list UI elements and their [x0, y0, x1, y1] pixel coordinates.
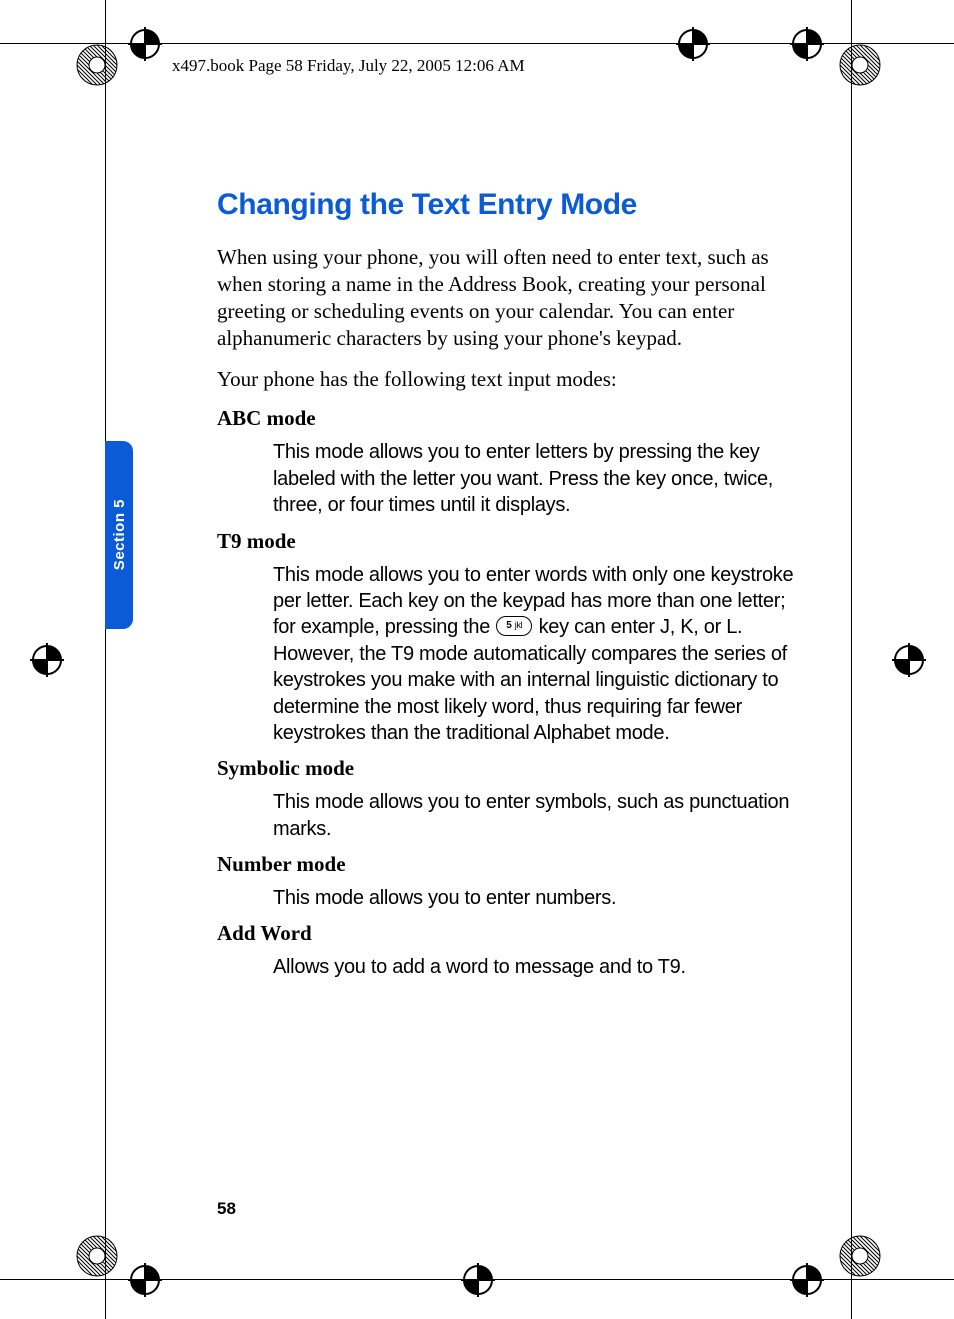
- mode-body-addword: Allows you to add a word to message and …: [273, 954, 807, 980]
- mode-body-number: This mode allows you to enter numbers.: [273, 885, 807, 911]
- mode-heading-t9: T9 mode: [217, 529, 807, 554]
- registration-mark-icon: [30, 643, 64, 677]
- section-tab-label: Section 5: [111, 499, 128, 570]
- section-tab: Section 5: [105, 441, 133, 629]
- mode-body-abc: This mode allows you to enter letters by…: [273, 439, 807, 518]
- page-number: 58: [217, 1199, 236, 1219]
- mode-heading-number: Number mode: [217, 852, 807, 877]
- page-content: Changing the Text Entry Mode When using …: [217, 188, 807, 991]
- registration-mark-icon: [128, 1263, 162, 1297]
- intro-paragraph-2: Your phone has the following text input …: [217, 366, 807, 393]
- registration-mark-icon: [790, 1263, 824, 1297]
- page-title: Changing the Text Entry Mode: [217, 188, 807, 222]
- mode-heading-addword: Add Word: [217, 921, 807, 946]
- intro-paragraph-1: When using your phone, you will often ne…: [217, 244, 807, 352]
- mode-heading-symbolic: Symbolic mode: [217, 756, 807, 781]
- prepress-header: x497.book Page 58 Friday, July 22, 2005 …: [172, 56, 525, 76]
- registration-mark-icon: [892, 643, 926, 677]
- crop-rule-right: [851, 0, 852, 1319]
- key-5-icon: 5 jkl: [496, 616, 532, 636]
- mode-body-symbolic: This mode allows you to enter symbols, s…: [273, 789, 807, 842]
- corner-mark-icon: [75, 1234, 119, 1278]
- registration-mark-icon: [676, 27, 710, 61]
- crop-rule-left: [105, 0, 106, 1319]
- mode-body-t9: This mode allows you to enter words with…: [273, 562, 807, 747]
- corner-mark-icon: [838, 43, 882, 87]
- corner-mark-icon: [838, 1234, 882, 1278]
- mode-heading-abc: ABC mode: [217, 406, 807, 431]
- corner-mark-icon: [75, 43, 119, 87]
- registration-mark-icon: [128, 27, 162, 61]
- registration-mark-icon: [790, 27, 824, 61]
- registration-mark-icon: [461, 1263, 495, 1297]
